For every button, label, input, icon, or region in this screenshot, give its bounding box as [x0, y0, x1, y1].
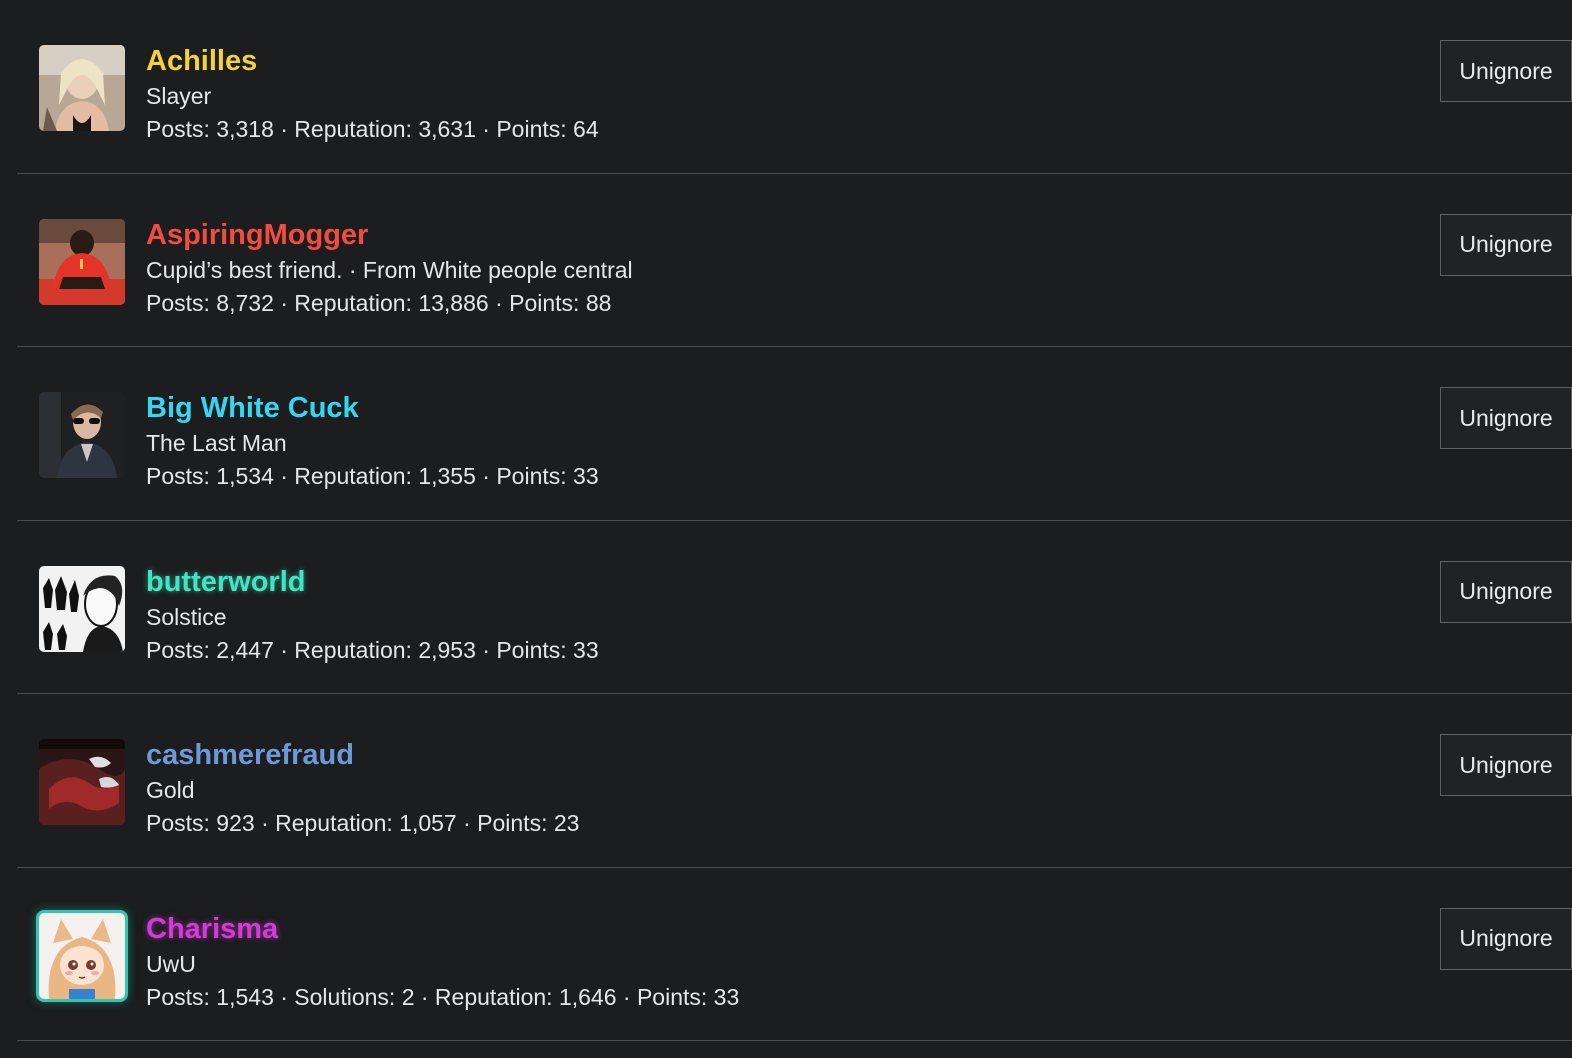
user-row: Big White Cuck The Last Man Posts: 1,534… — [17, 347, 1572, 521]
user-info: AspiringMogger Cupid’s best friend. · Fr… — [146, 216, 633, 320]
user-stats: Posts: 1,543 · Solutions: 2 · Reputation… — [146, 983, 740, 1010]
username-link[interactable]: butterworld — [146, 563, 599, 601]
user-row: Charisma UwU Posts: 1,543 · Solutions: 2… — [17, 868, 1572, 1041]
username-link[interactable]: cashmerefraud — [146, 736, 579, 774]
user-stats: Posts: 8,732 · Reputation: 13,886 · Poin… — [146, 289, 612, 316]
user-row: cashmerefraud Gold Posts: 923 · Reputati… — [17, 694, 1572, 868]
avatar[interactable] — [39, 739, 125, 825]
unignore-button[interactable]: Unignore — [1440, 40, 1572, 102]
user-info: Achilles Slayer Posts: 3,318 · Reputatio… — [146, 42, 599, 146]
user-info: Big White Cuck The Last Man Posts: 1,534… — [146, 389, 599, 493]
username-link[interactable]: Achilles — [146, 42, 599, 80]
avatar[interactable] — [39, 912, 125, 999]
unignore-button[interactable]: Unignore — [1440, 387, 1572, 449]
unignore-button[interactable]: Unignore — [1440, 560, 1572, 623]
username-link[interactable]: AspiringMogger — [146, 216, 633, 254]
user-row: butterworld Solstice Posts: 2,447 · Repu… — [17, 521, 1572, 694]
user-title: Gold — [146, 777, 195, 803]
user-stats: Posts: 2,447 · Reputation: 2,953 · Point… — [146, 636, 599, 663]
user-info: butterworld Solstice Posts: 2,447 · Repu… — [146, 563, 599, 667]
user-row: AspiringMogger Cupid’s best friend. · Fr… — [17, 174, 1572, 347]
user-stats: Posts: 923 · Reputation: 1,057 · Points:… — [146, 810, 580, 836]
user-row: Achilles Slayer Posts: 3,318 · Reputatio… — [17, 0, 1572, 174]
unignore-button[interactable]: Unignore — [1440, 213, 1572, 276]
user-title: UwU — [146, 950, 196, 977]
username-link[interactable]: Charisma — [146, 910, 739, 948]
user-stats: Posts: 1,534 · Reputation: 1,355 · Point… — [146, 463, 599, 489]
unignore-button[interactable]: Unignore — [1440, 734, 1572, 796]
unignore-button[interactable]: Unignore — [1440, 907, 1572, 970]
user-title: Slayer — [146, 83, 212, 109]
avatar[interactable] — [39, 565, 125, 652]
user-title: Cupid’s best friend. · From White people… — [146, 256, 633, 283]
user-info: cashmerefraud Gold Posts: 923 · Reputati… — [146, 736, 579, 840]
user-title: Solstice — [146, 603, 227, 630]
avatar[interactable] — [39, 392, 125, 478]
ignored-users-list: Achilles Slayer Posts: 3,318 · Reputatio… — [17, 0, 1572, 1041]
avatar[interactable] — [39, 45, 125, 131]
user-title: The Last Man — [146, 430, 287, 456]
user-info: Charisma UwU Posts: 1,543 · Solutions: 2… — [146, 910, 739, 1014]
avatar[interactable] — [39, 218, 125, 305]
user-stats: Posts: 3,318 · Reputation: 3,631 · Point… — [146, 116, 599, 142]
username-link[interactable]: Big White Cuck — [146, 389, 599, 427]
